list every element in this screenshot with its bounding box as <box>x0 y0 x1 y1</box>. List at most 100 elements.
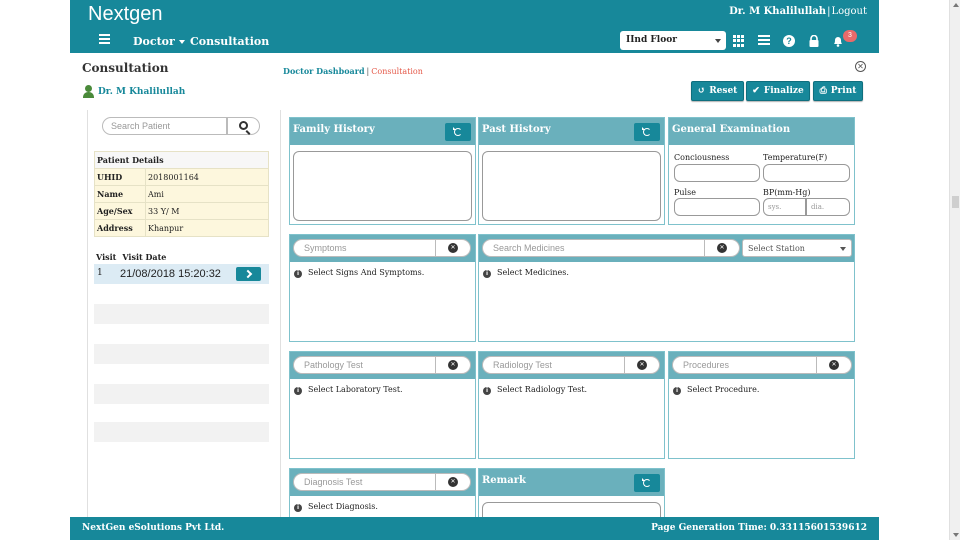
scroll-down-icon[interactable] <box>953 533 959 537</box>
scroll-thumb[interactable] <box>952 196 959 208</box>
bp-diastolic-field[interactable]: dia. <box>806 198 850 216</box>
printer-icon: ⎙ <box>819 86 827 96</box>
pulse-field[interactable] <box>674 198 760 216</box>
undo-icon: ↺ <box>697 86 706 96</box>
page-scrollbar[interactable] <box>949 0 960 540</box>
visit-date: 21/08/2018 15:20:32 <box>120 268 221 280</box>
caret-down-icon <box>178 40 185 44</box>
detail-value: Ami <box>145 185 269 203</box>
refresh-icon[interactable] <box>445 123 471 141</box>
symptoms-input[interactable]: Symptoms <box>293 239 437 257</box>
refresh-icon[interactable] <box>634 123 660 141</box>
search-patient-input[interactable]: Search Patient <box>102 117 228 135</box>
brand-logo[interactable]: Nextgen <box>88 3 163 26</box>
past-history-textarea[interactable] <box>482 151 661 221</box>
procedures-input[interactable]: Procedures <box>672 356 818 374</box>
medicines-hint: i Select Medicines. <box>483 268 569 278</box>
clear-icon[interactable] <box>704 239 740 257</box>
visit-row[interactable]: 1 21/08/2018 15:20:32 <box>94 264 269 284</box>
diagnosis-hint: i Select Diagnosis. <box>294 502 378 512</box>
nav-doctor-dropdown[interactable]: Doctor <box>133 35 185 48</box>
clear-icon[interactable] <box>624 356 660 374</box>
top-navbar: Nextgen Dr. M Khalilullah|Logout Doctor … <box>70 0 879 53</box>
open-visit-button[interactable] <box>236 267 261 281</box>
detail-label: UHID <box>94 168 146 186</box>
breadcrumb-parent[interactable]: Doctor Dashboard <box>283 66 365 76</box>
user-name-link[interactable]: Dr. M Khalilullah <box>729 6 826 17</box>
breadcrumb-current: Consultation <box>371 67 423 76</box>
info-icon: i <box>673 387 681 395</box>
detail-label: Age/Sex <box>94 202 146 220</box>
family-history-title: Family History <box>293 124 375 135</box>
close-icon[interactable]: ✕ <box>855 61 866 72</box>
general-examination-title: General Examination <box>672 124 791 135</box>
procedures-hint-text: Select Procedure. <box>687 385 760 394</box>
info-icon: i <box>294 387 302 395</box>
column-divider <box>280 110 281 540</box>
diagnosis-hint-text: Select Diagnosis. <box>308 502 378 511</box>
list-icon[interactable] <box>758 35 770 47</box>
lock-icon[interactable] <box>808 34 820 47</box>
logout-link[interactable]: Logout <box>831 6 867 17</box>
pathology-panel: Pathology Test i Select Laboratory Test. <box>289 351 476 459</box>
pathology-test-input[interactable]: Pathology Test <box>293 356 437 374</box>
info-icon: i <box>483 270 491 278</box>
doctor-name: Dr. M Khalilullah <box>98 87 186 97</box>
check-icon: ✔ <box>752 86 760 96</box>
info-icon: i <box>294 270 302 278</box>
search-medicines-input[interactable]: Search Medicines <box>482 239 706 257</box>
refresh-icon[interactable] <box>634 474 660 492</box>
general-examination-panel: General Examination Conciousness Tempera… <box>668 117 855 225</box>
select-station-dropdown[interactable]: Select Station <box>742 239 852 257</box>
pathology-hint-text: Select Laboratory Test. <box>308 385 403 394</box>
doctor-label: Dr. M Khalilullah <box>82 85 185 98</box>
symptoms-hint-text: Select Signs And Symptoms. <box>308 268 425 277</box>
detail-label: Name <box>94 185 146 203</box>
consciousness-field[interactable] <box>674 164 760 182</box>
radiology-panel: Radiology Test i Select Radiology Test. <box>478 351 665 459</box>
reset-button[interactable]: ↺ Reset <box>691 81 744 101</box>
detail-value: Khanpur <box>145 219 269 237</box>
empty-row <box>94 304 269 324</box>
radiology-test-input[interactable]: Radiology Test <box>482 356 626 374</box>
nav-consultation[interactable]: Consultation <box>190 35 269 48</box>
user-links: Dr. M Khalilullah|Logout <box>729 6 867 17</box>
past-history-panel: Past History <box>478 117 665 225</box>
clear-icon[interactable] <box>435 356 471 374</box>
menu-icon[interactable] <box>99 34 110 44</box>
page-title: Consultation <box>82 61 169 75</box>
detail-value: 33 Y/ M <box>145 202 269 220</box>
footer: NextGen eSolutions Pvt Ltd. Page Generat… <box>70 517 879 540</box>
patient-details-heading: Patient Details <box>94 151 269 169</box>
family-history-panel: Family History <box>289 117 476 225</box>
temperature-field[interactable] <box>763 164 850 182</box>
medicines-hint-text: Select Medicines. <box>497 268 569 277</box>
visit-table-header: Visit Visit Date <box>96 252 172 262</box>
reset-button-label: Reset <box>709 86 738 96</box>
empty-row <box>94 384 269 404</box>
clear-icon[interactable] <box>816 356 852 374</box>
family-history-textarea[interactable] <box>293 151 472 221</box>
breadcrumb: Doctor Dashboard | Consultation <box>283 66 423 76</box>
floor-select-value: IInd Floor <box>626 35 677 45</box>
footer-company: NextGen eSolutions Pvt Ltd. <box>82 523 225 533</box>
finalize-button[interactable]: ✔ Finalize <box>746 81 810 101</box>
temperature-label: Temperature(F) <box>763 153 828 162</box>
empty-row <box>94 422 269 442</box>
scroll-up-icon[interactable] <box>953 3 959 7</box>
bp-systolic-field[interactable]: sys. <box>763 198 806 216</box>
visit-col-header: Visit <box>96 252 117 262</box>
print-button[interactable]: ⎙ Print <box>813 81 863 101</box>
remark-title: Remark <box>482 475 526 486</box>
caret-down-icon <box>715 39 721 43</box>
apps-grid-icon[interactable] <box>733 35 745 47</box>
diagnosis-test-input[interactable]: Diagnosis Test <box>293 473 437 491</box>
floor-select[interactable]: IInd Floor <box>620 31 726 50</box>
symptoms-hint: i Select Signs And Symptoms. <box>294 268 424 278</box>
nav-doctor-label: Doctor <box>133 35 175 48</box>
info-icon: i <box>294 504 302 512</box>
search-patient-button[interactable] <box>226 117 260 135</box>
clear-icon[interactable] <box>435 473 471 491</box>
help-icon[interactable]: ? <box>783 35 795 47</box>
clear-icon[interactable] <box>435 239 471 257</box>
